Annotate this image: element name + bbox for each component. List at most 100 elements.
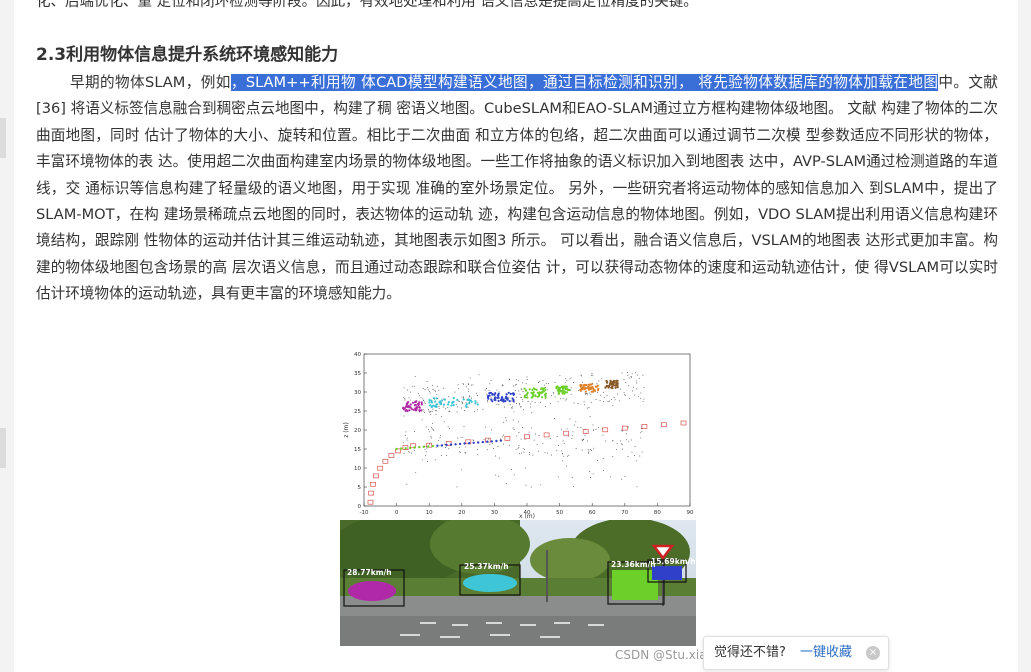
- cloud-point: [543, 384, 545, 386]
- cloud-point: [511, 469, 513, 470]
- cloud-point: [429, 412, 431, 414]
- tracked-object-point: [399, 447, 403, 450]
- cloud-point: [408, 397, 410, 399]
- cloud-point: [428, 410, 430, 412]
- cloud-point: [443, 421, 445, 423]
- cloud-point: [616, 393, 618, 395]
- close-icon[interactable]: ×: [866, 646, 880, 660]
- object-cluster-point: [609, 381, 612, 384]
- object-cluster-point: [524, 389, 528, 392]
- cloud-point: [463, 426, 465, 427]
- map-plot: -10 0 10 20 30 40 50 60 70 80 90 40 35 30 25 20 15 10 5 0 x …: [340, 348, 696, 520]
- object-cluster-point: [585, 387, 588, 390]
- cloud-point: [578, 390, 580, 392]
- cloud-point: [461, 402, 463, 404]
- cloud-point: [488, 438, 490, 440]
- x-tick-label: 10: [426, 510, 433, 516]
- cloud-point: [404, 399, 406, 401]
- article-body: 化、后端优化、重 定位和闭环检测等阶段。因此，有效地处理和利用 语义信息是提高定…: [14, 0, 1018, 672]
- cloud-point: [520, 405, 522, 407]
- cloud-point: [643, 398, 645, 400]
- object-cluster-point: [406, 409, 409, 412]
- cloud-point: [408, 451, 410, 453]
- tracked-object-point: [436, 444, 439, 447]
- cloud-point: [563, 455, 565, 457]
- cloud-point: [472, 439, 474, 441]
- cloud-point: [542, 380, 544, 382]
- object-cluster-point: [420, 401, 423, 404]
- cloud-point: [511, 407, 513, 409]
- cloud-point: [436, 385, 438, 387]
- cloud-point: [534, 433, 536, 435]
- object-cluster-point: [429, 404, 432, 407]
- y-tick-label: 5: [358, 485, 362, 491]
- object-cluster-point: [581, 387, 584, 390]
- object-cluster-point: [442, 403, 446, 406]
- object-cluster-point: [435, 397, 438, 400]
- cloud-point: [568, 435, 570, 437]
- cloud-point: [434, 389, 436, 391]
- speed-label: 23.36km/h: [611, 560, 656, 569]
- cloud-point: [409, 391, 411, 393]
- tracked-object-point: [431, 444, 435, 448]
- object-cluster-point: [508, 400, 511, 403]
- object-cluster-point: [616, 386, 619, 389]
- cloud-point: [429, 392, 431, 394]
- cloud-point: [556, 436, 558, 437]
- cloud-point: [624, 394, 626, 396]
- object-cluster-point: [491, 400, 494, 403]
- object-cluster-point: [452, 397, 455, 400]
- cloud-point: [518, 445, 520, 447]
- cloud-point: [464, 452, 466, 454]
- collect-button[interactable]: 一键收藏: [800, 637, 852, 669]
- cloud-point: [585, 393, 586, 395]
- cloud-point: [539, 381, 541, 382]
- object-cluster-point: [512, 400, 515, 403]
- object-cluster-point: [615, 379, 618, 382]
- cloud-point: [529, 403, 531, 405]
- cloud-point: [448, 448, 450, 450]
- section-heading: 2.3利用物体信息提升系统环境感知能力: [36, 45, 339, 65]
- cloud-point: [602, 434, 604, 436]
- cloud-point: [458, 388, 460, 390]
- cloud-point: [522, 382, 524, 384]
- cloud-point: [429, 431, 431, 433]
- tracked-object-point: [427, 445, 430, 448]
- cloud-point: [575, 421, 577, 423]
- cloud-point: [438, 389, 440, 391]
- cloud-point: [484, 389, 486, 391]
- cloud-point: [463, 396, 465, 398]
- cloud-point: [538, 435, 540, 436]
- cloud-point: [411, 385, 413, 387]
- cloud-point: [438, 406, 440, 407]
- tracked-object-point: [409, 446, 412, 450]
- cloud-point: [618, 400, 620, 402]
- cloud-point: [518, 447, 520, 449]
- cloud-point: [631, 376, 632, 378]
- object-cluster-point: [415, 400, 418, 403]
- cloud-point: [557, 445, 559, 446]
- cloud-point: [467, 406, 469, 408]
- cloud-point: [443, 398, 444, 400]
- cloud-point: [429, 411, 431, 413]
- cloud-point: [427, 409, 429, 411]
- object-cluster-point: [610, 386, 613, 389]
- cloud-point: [588, 450, 590, 452]
- cloud-point: [587, 452, 589, 453]
- cloud-point: [517, 447, 519, 449]
- cloud-point: [569, 378, 571, 380]
- tracked-object-point: [481, 440, 484, 444]
- cloud-point: [431, 385, 433, 386]
- object-cluster-point: [497, 392, 500, 395]
- cloud-point: [462, 397, 464, 399]
- object-cluster-point: [467, 399, 470, 402]
- object-cluster-point: [468, 402, 471, 405]
- object-cluster-point: [487, 397, 490, 400]
- object-cluster-point: [561, 387, 565, 391]
- cloud-point: [587, 440, 589, 442]
- cloud-point: [627, 375, 629, 377]
- cloud-point: [502, 434, 504, 436]
- cloud-point: [511, 400, 513, 402]
- tracked-object-point: [422, 445, 425, 448]
- cloud-point: [503, 421, 505, 423]
